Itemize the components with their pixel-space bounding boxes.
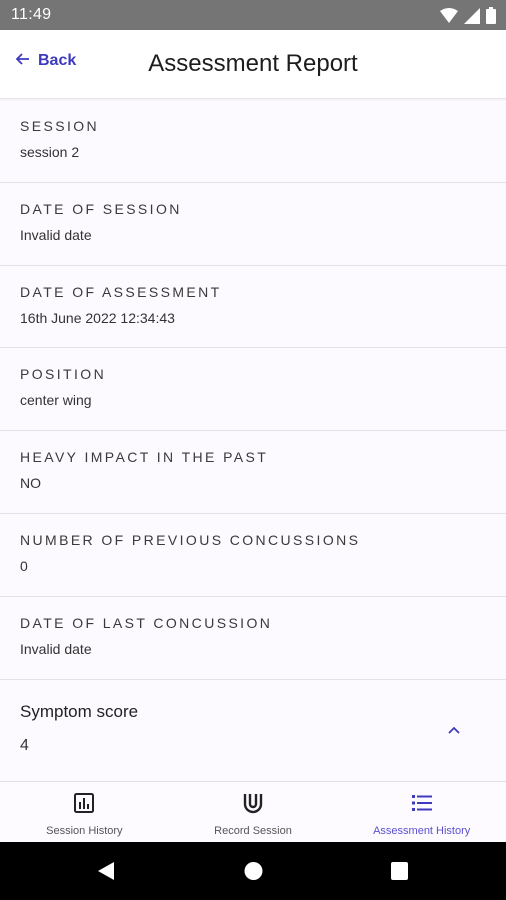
wifi-icon <box>440 7 458 29</box>
field-value: 0 <box>20 557 28 574</box>
field-position: POSITION center wing <box>0 348 506 432</box>
nav-record-session[interactable]: Record Session <box>169 782 338 842</box>
back-triangle-icon[interactable] <box>97 861 115 886</box>
field-value: Invalid date <box>20 226 92 243</box>
assessment-report-list[interactable]: SESSION session 2 DATE OF SESSION Invali… <box>0 100 506 781</box>
field-previous-concussions: NUMBER OF PREVIOUS CONCUSSIONS 0 <box>0 514 506 597</box>
nav-session-history[interactable]: Session History <box>0 782 169 842</box>
list-icon <box>411 792 433 819</box>
nav-label: Assessment History <box>373 825 471 837</box>
collapse-button[interactable] <box>442 718 466 742</box>
signal-icon <box>464 7 480 29</box>
field-value: 16th June 2022 12:34:43 <box>20 309 175 326</box>
field-label: DATE OF LAST CONCUSSION <box>20 614 273 631</box>
field-label: DATE OF SESSION <box>20 200 182 217</box>
bottom-nav: Session History Record Session Assessmen… <box>0 781 506 842</box>
status-bar: 11:49 <box>0 0 506 30</box>
nav-label: Record Session <box>214 825 292 837</box>
status-time: 11:49 <box>11 6 52 23</box>
app-bar: Assessment Report Back <box>0 30 506 99</box>
back-label: Back <box>38 52 77 69</box>
nav-label: Session History <box>46 825 123 837</box>
field-value: session 2 <box>20 144 80 160</box>
field-value: NO <box>20 475 41 492</box>
field-label: HEAVY IMPACT IN THE PAST <box>20 449 269 466</box>
status-icons <box>440 7 496 29</box>
field-label: NUMBER OF PREVIOUS CONCUSSIONS <box>20 531 361 548</box>
field-date-of-last-concussion: DATE OF LAST CONCUSSION Invalid date <box>0 597 506 680</box>
chevron-up-icon <box>448 721 460 739</box>
field-label: DATE OF ASSESSMENT <box>20 283 222 300</box>
field-session: SESSION session 2 <box>0 100 506 183</box>
field-value: Invalid date <box>20 640 92 657</box>
field-label: SESSION <box>20 118 100 134</box>
bar-chart-icon <box>73 792 95 819</box>
home-circle-icon[interactable] <box>244 861 263 886</box>
battery-icon <box>486 7 496 29</box>
field-date-of-assessment: DATE OF ASSESSMENT 16th June 2022 12:34:… <box>0 266 506 349</box>
field-label: POSITION <box>20 366 107 383</box>
field-value: center wing <box>20 392 92 409</box>
symptom-score-section[interactable]: Symptom score 4 <box>0 680 506 781</box>
symptom-score-value: 4 <box>20 736 29 754</box>
recents-square-icon[interactable] <box>390 861 409 886</box>
nav-assessment-history[interactable]: Assessment History <box>337 782 506 842</box>
back-button[interactable]: Back <box>15 52 77 70</box>
arrow-left-icon <box>15 52 30 70</box>
field-heavy-impact: HEAVY IMPACT IN THE PAST NO <box>0 431 506 514</box>
field-date-of-session: DATE OF SESSION Invalid date <box>0 183 506 266</box>
system-nav-bar <box>0 842 506 900</box>
magnet-icon <box>242 792 264 819</box>
symptom-score-label: Symptom score <box>20 701 139 721</box>
